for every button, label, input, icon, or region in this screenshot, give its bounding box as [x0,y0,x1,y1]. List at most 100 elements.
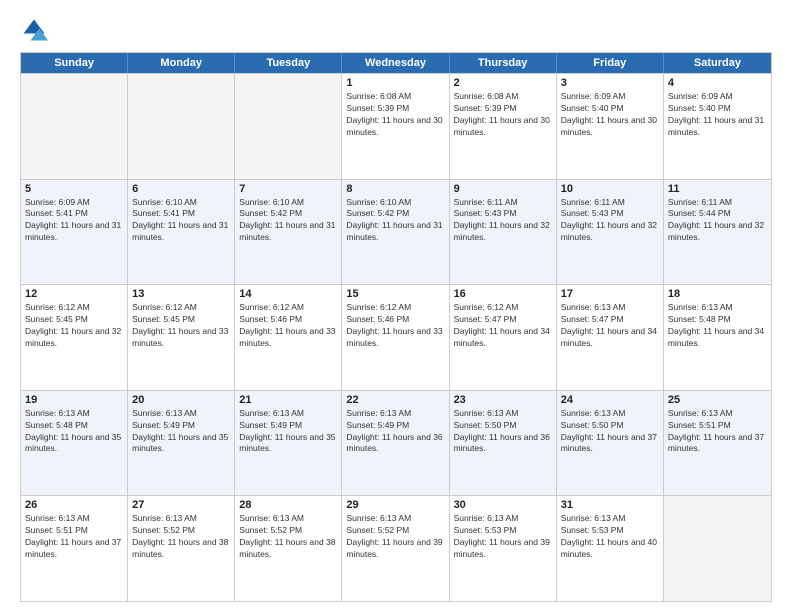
day-cell-25: 25Sunrise: 6:13 AMSunset: 5:51 PMDayligh… [664,391,771,496]
day-info: Sunrise: 6:11 AMSunset: 5:43 PMDaylight:… [561,197,659,245]
calendar-week-3: 12 Sunrise: 6:12 AMSunset: 5:45 PMDayligh… [21,284,771,390]
day-info: Sunrise: 6:12 AMSunset: 5:46 PMDaylight:… [239,302,337,350]
header-day-friday: Friday [557,53,664,73]
calendar-week-1: 1 Sunrise: 6:08 AMSunset: 5:39 PMDaylight… [21,73,771,179]
day-info: Sunrise: 6:13 AMSunset: 5:52 PMDaylight:… [132,513,230,561]
calendar-week-4: 19 Sunrise: 6:13 AMSunset: 5:48 PMDayligh… [21,390,771,496]
day-info: Sunrise: 6:10 AMSunset: 5:42 PMDaylight:… [346,197,444,245]
day-cell-5: 5Sunrise: 6:09 AMSunset: 5:41 PMDaylight… [21,180,128,285]
day-number: 12 [25,288,123,300]
day-cell-10: 10Sunrise: 6:11 AMSunset: 5:43 PMDayligh… [557,180,664,285]
day-number: 20 [132,394,230,406]
day-cell-11: 11 Sunrise: 6:11 AMSunset: 5:44 PMDayligh… [664,180,771,285]
header-day-thursday: Thursday [450,53,557,73]
calendar-week-2: 5Sunrise: 6:09 AMSunset: 5:41 PMDaylight… [21,179,771,285]
day-cell-2: 2 Sunrise: 6:08 AMSunset: 5:39 PMDaylight… [450,74,557,179]
day-cell-empty [235,74,342,179]
day-cell-empty [664,496,771,601]
day-number: 17 [561,288,659,300]
day-cell-13: 13Sunrise: 6:12 AMSunset: 5:45 PMDayligh… [128,285,235,390]
day-cell-empty [128,74,235,179]
day-cell-12: 12 Sunrise: 6:12 AMSunset: 5:45 PMDayligh… [21,285,128,390]
day-number: 28 [239,499,337,511]
day-number: 21 [239,394,337,406]
day-info: Sunrise: 6:13 AMSunset: 5:48 PMDaylight:… [668,302,767,350]
day-number: 27 [132,499,230,511]
day-cell-18: 18 Sunrise: 6:13 AMSunset: 5:48 PMDayligh… [664,285,771,390]
day-cell-19: 19 Sunrise: 6:13 AMSunset: 5:48 PMDayligh… [21,391,128,496]
day-info: Sunrise: 6:13 AMSunset: 5:48 PMDaylight:… [25,408,123,456]
day-info: Sunrise: 6:08 AMSunset: 5:39 PMDaylight:… [454,91,552,139]
day-cell-29: 29Sunrise: 6:13 AMSunset: 5:52 PMDayligh… [342,496,449,601]
day-cell-31: 31Sunrise: 6:13 AMSunset: 5:53 PMDayligh… [557,496,664,601]
day-cell-7: 7 Sunrise: 6:10 AMSunset: 5:42 PMDaylight… [235,180,342,285]
day-number: 16 [454,288,552,300]
day-number: 9 [454,183,552,195]
day-cell-17: 17 Sunrise: 6:13 AMSunset: 5:47 PMDayligh… [557,285,664,390]
day-number: 19 [25,394,123,406]
logo [20,16,52,44]
day-info: Sunrise: 6:13 AMSunset: 5:52 PMDaylight:… [239,513,337,561]
day-number: 24 [561,394,659,406]
day-info: Sunrise: 6:13 AMSunset: 5:49 PMDaylight:… [346,408,444,456]
day-number: 11 [668,183,767,195]
day-number: 14 [239,288,337,300]
day-info: Sunrise: 6:12 AMSunset: 5:46 PMDaylight:… [346,302,444,350]
day-info: Sunrise: 6:13 AMSunset: 5:49 PMDaylight:… [132,408,230,456]
day-number: 26 [25,499,123,511]
day-cell-28: 28 Sunrise: 6:13 AMSunset: 5:52 PMDayligh… [235,496,342,601]
day-number: 1 [346,77,444,89]
day-number: 3 [561,77,659,89]
day-cell-3: 3 Sunrise: 6:09 AMSunset: 5:40 PMDaylight… [557,74,664,179]
day-cell-22: 22 Sunrise: 6:13 AMSunset: 5:49 PMDayligh… [342,391,449,496]
header-day-tuesday: Tuesday [235,53,342,73]
day-number: 8 [346,183,444,195]
day-info: Sunrise: 6:13 AMSunset: 5:53 PMDaylight:… [561,513,659,561]
day-cell-26: 26 Sunrise: 6:13 AMSunset: 5:51 PMDayligh… [21,496,128,601]
day-info: Sunrise: 6:11 AMSunset: 5:44 PMDaylight:… [668,197,767,245]
day-number: 4 [668,77,767,89]
header [20,16,772,44]
header-day-sunday: Sunday [21,53,128,73]
header-day-monday: Monday [128,53,235,73]
day-number: 25 [668,394,767,406]
day-info: Sunrise: 6:13 AMSunset: 5:53 PMDaylight:… [454,513,552,561]
page: SundayMondayTuesdayWednesdayThursdayFrid… [0,0,792,612]
day-cell-6: 6Sunrise: 6:10 AMSunset: 5:41 PMDaylight… [128,180,235,285]
logo-icon [20,16,48,44]
day-cell-4: 4 Sunrise: 6:09 AMSunset: 5:40 PMDaylight… [664,74,771,179]
day-info: Sunrise: 6:10 AMSunset: 5:42 PMDaylight:… [239,197,337,245]
day-info: Sunrise: 6:13 AMSunset: 5:51 PMDaylight:… [25,513,123,561]
header-day-wednesday: Wednesday [342,53,449,73]
day-info: Sunrise: 6:13 AMSunset: 5:47 PMDaylight:… [561,302,659,350]
day-info: Sunrise: 6:09 AMSunset: 5:40 PMDaylight:… [561,91,659,139]
day-cell-27: 27 Sunrise: 6:13 AMSunset: 5:52 PMDayligh… [128,496,235,601]
calendar-body: 1 Sunrise: 6:08 AMSunset: 5:39 PMDaylight… [21,73,771,601]
day-number: 30 [454,499,552,511]
day-info: Sunrise: 6:13 AMSunset: 5:50 PMDaylight:… [561,408,659,456]
day-number: 22 [346,394,444,406]
day-cell-30: 30 Sunrise: 6:13 AMSunset: 5:53 PMDayligh… [450,496,557,601]
day-info: Sunrise: 6:13 AMSunset: 5:52 PMDaylight:… [346,513,444,561]
day-info: Sunrise: 6:12 AMSunset: 5:47 PMDaylight:… [454,302,552,350]
day-number: 7 [239,183,337,195]
day-info: Sunrise: 6:09 AMSunset: 5:40 PMDaylight:… [668,91,767,139]
day-cell-1: 1Sunrise: 6:08 AMSunset: 5:39 PMDaylight… [342,74,449,179]
day-cell-21: 21Sunrise: 6:13 AMSunset: 5:49 PMDayligh… [235,391,342,496]
day-cell-15: 15Sunrise: 6:12 AMSunset: 5:46 PMDayligh… [342,285,449,390]
calendar-week-5: 26 Sunrise: 6:13 AMSunset: 5:51 PMDayligh… [21,495,771,601]
calendar: SundayMondayTuesdayWednesdayThursdayFrid… [20,52,772,602]
day-cell-9: 9Sunrise: 6:11 AMSunset: 5:43 PMDaylight… [450,180,557,285]
day-number: 18 [668,288,767,300]
day-info: Sunrise: 6:13 AMSunset: 5:50 PMDaylight:… [454,408,552,456]
day-number: 2 [454,77,552,89]
day-info: Sunrise: 6:12 AMSunset: 5:45 PMDaylight:… [132,302,230,350]
day-number: 5 [25,183,123,195]
day-cell-23: 23Sunrise: 6:13 AMSunset: 5:50 PMDayligh… [450,391,557,496]
day-cell-16: 16 Sunrise: 6:12 AMSunset: 5:47 PMDayligh… [450,285,557,390]
calendar-header-row: SundayMondayTuesdayWednesdayThursdayFrid… [21,53,771,73]
day-info: Sunrise: 6:12 AMSunset: 5:45 PMDaylight:… [25,302,123,350]
day-number: 6 [132,183,230,195]
day-cell-20: 20 Sunrise: 6:13 AMSunset: 5:49 PMDayligh… [128,391,235,496]
header-day-saturday: Saturday [664,53,771,73]
